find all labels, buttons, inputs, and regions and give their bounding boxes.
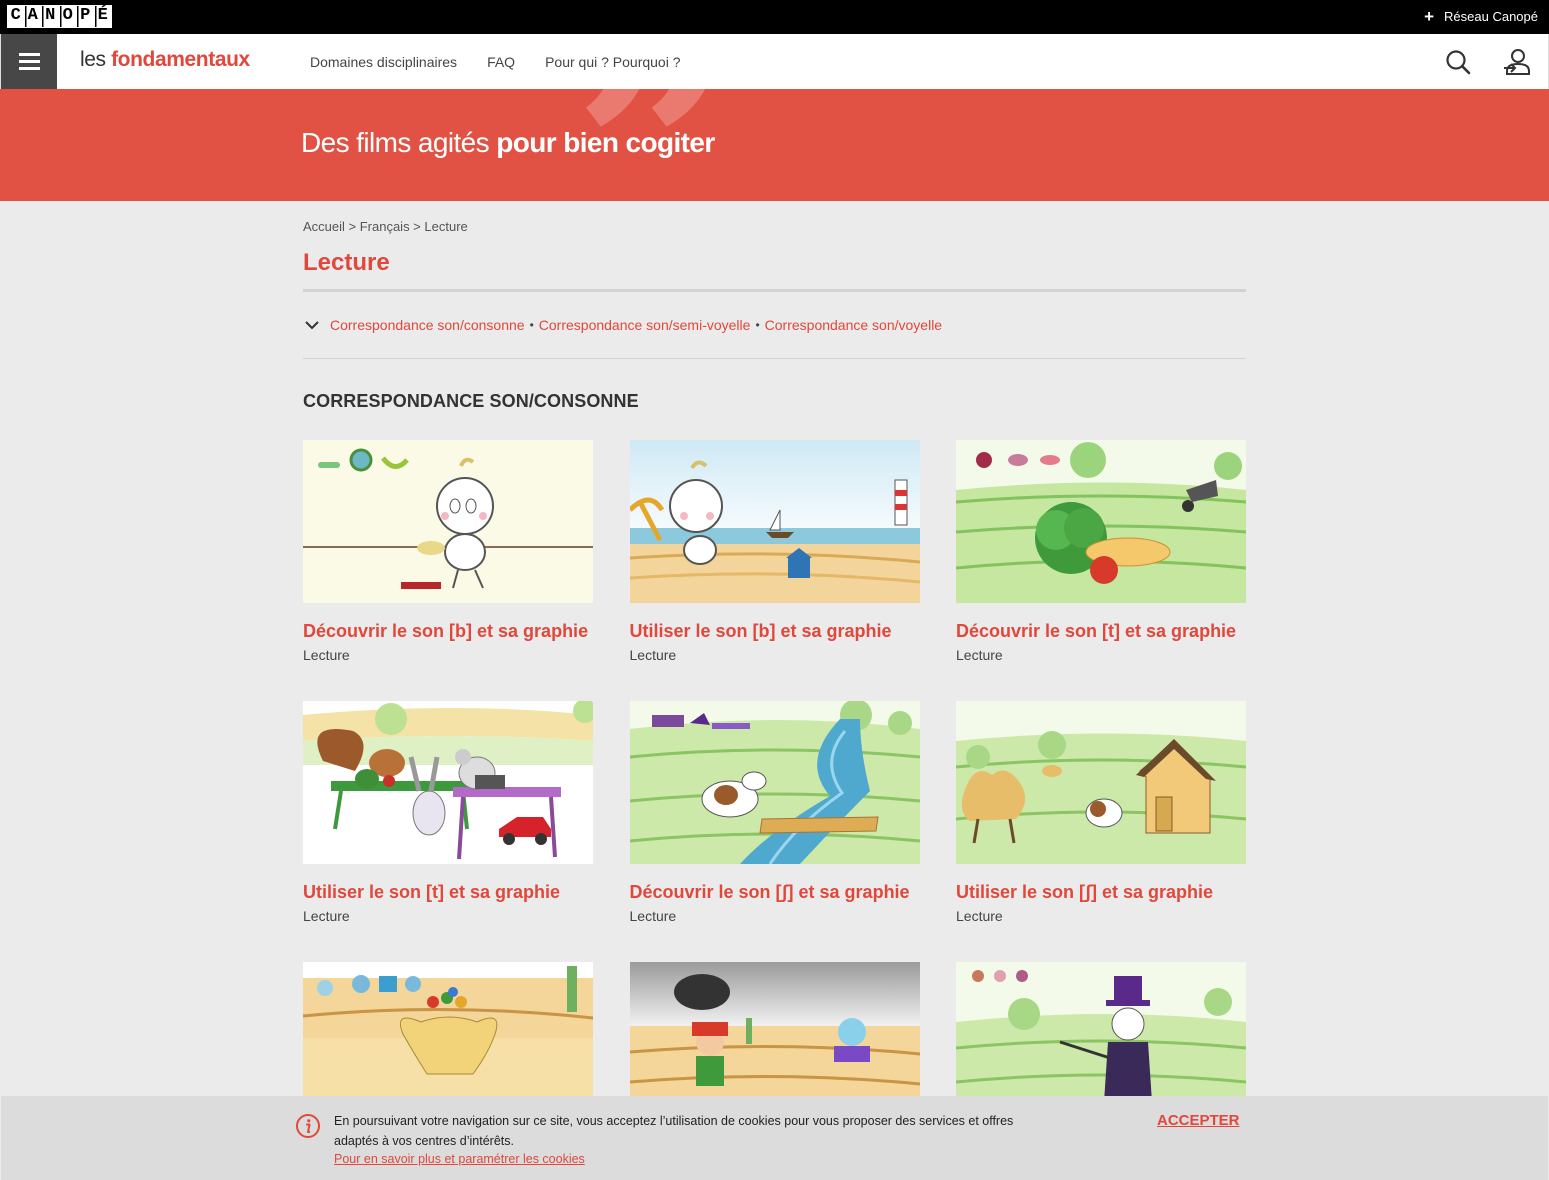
subnav-link-son-semi-voyelle[interactable]: Correspondance son/semi-voyelle <box>539 317 751 333</box>
logo-letter: N <box>42 5 60 28</box>
subnav-separator: • <box>529 318 534 332</box>
brand-les: les <box>80 48 112 71</box>
video-card[interactable]: Découvrir le son [b] et sa graphie Lectu… <box>303 440 593 663</box>
video-category: Lecture <box>303 647 350 663</box>
video-card[interactable]: Utiliser le son [t] et sa graphie Lectur… <box>303 701 593 924</box>
video-category: Lecture <box>303 908 350 924</box>
section-title: CORRESPONDANCE SON/CONSONNE <box>303 391 639 411</box>
logo-letter: P <box>77 5 95 28</box>
video-card[interactable]: Découvrir le son [t] et sa graphie Lectu… <box>956 440 1246 663</box>
video-category: Lecture <box>956 908 1003 924</box>
video-category: Lecture <box>956 647 1003 663</box>
hamburger-menu-icon[interactable] <box>1 34 57 89</box>
nav-pour-qui-pourquoi[interactable]: Pour qui ? Pourquoi ? <box>545 54 680 70</box>
subnav-separator: • <box>755 318 760 332</box>
video-thumbnail[interactable] <box>956 701 1246 864</box>
search-icon[interactable] <box>1443 47 1473 77</box>
video-thumbnail[interactable] <box>629 701 920 864</box>
logo-letter: A <box>24 5 42 28</box>
video-title[interactable]: Utiliser le son [ʃ] et sa graphie <box>956 882 1246 903</box>
nav-faq[interactable]: FAQ <box>487 54 515 70</box>
logo-letter: C <box>7 5 25 28</box>
main-content: Accueil > Français > Lecture Lecture Cor… <box>303 201 1246 1125</box>
tagline-regular: Des films agités <box>301 127 497 158</box>
chevron-down-icon[interactable] <box>303 316 321 334</box>
hero-tagline: Des films agités pour bien cogiter <box>301 127 715 159</box>
plus-icon: + <box>1424 6 1435 26</box>
logo-letter: É <box>94 5 112 28</box>
site-header: les fondamentaux Domaines disciplinaires… <box>0 34 1549 89</box>
account-login-icon[interactable] <box>1501 47 1531 77</box>
video-title[interactable]: Utiliser le son [t] et sa graphie <box>303 882 593 903</box>
breadcrumb[interactable]: Accueil > Français > Lecture <box>303 219 1246 234</box>
cookie-message: En poursuivant votre navigation sur ce s… <box>334 1114 1014 1148</box>
video-thumbnail[interactable] <box>629 440 920 603</box>
main-nav: Domaines disciplinaires FAQ Pour qui ? P… <box>310 54 681 70</box>
video-title[interactable]: Découvrir le son [t] et sa graphie <box>956 621 1246 642</box>
tagline-bold: pour bien cogiter <box>496 127 715 158</box>
section-subnav: Correspondance son/consonne • Correspond… <box>303 292 1246 359</box>
cookie-banner: En poursuivant votre navigation sur ce s… <box>1 1096 1548 1180</box>
video-grid: Découvrir le son [b] et sa graphie Lectu… <box>303 440 1246 1125</box>
video-thumbnail[interactable] <box>956 440 1246 603</box>
reseau-canope-label: Réseau Canopé <box>1444 9 1538 24</box>
site-brand[interactable]: les fondamentaux <box>80 48 250 72</box>
video-card[interactable]: Utiliser le son [b] et sa graphie Lectur… <box>629 440 920 663</box>
cookie-settings-link[interactable]: Pour en savoir plus et paramétrer les co… <box>334 1152 585 1166</box>
video-title[interactable]: Utiliser le son [b] et sa graphie <box>630 621 920 642</box>
info-icon <box>296 1114 320 1138</box>
video-card[interactable]: Utiliser le son [ʃ] et sa graphie Lectur… <box>956 701 1246 924</box>
video-card[interactable]: Découvrir le son [ʃ] et sa graphie Lectu… <box>629 701 920 924</box>
logo-letter: O <box>59 5 77 28</box>
video-category: Lecture <box>629 908 677 924</box>
top-bar: C A N O P É + Réseau Canopé <box>0 0 1549 34</box>
hero-banner: ” Des films agités pour bien cogiter <box>0 89 1549 201</box>
page-title: Lecture <box>303 249 1246 292</box>
accept-cookies-button[interactable]: ACCEPTER <box>1157 1112 1240 1129</box>
subnav-link-son-voyelle[interactable]: Correspondance son/voyelle <box>765 317 942 333</box>
nav-domaines-disciplinaires[interactable]: Domaines disciplinaires <box>310 54 457 70</box>
canope-logo[interactable]: C A N O P É <box>7 5 112 28</box>
video-title[interactable]: Découvrir le son [b] et sa graphie <box>303 621 593 642</box>
video-thumbnail[interactable] <box>303 701 593 864</box>
video-title[interactable]: Découvrir le son [ʃ] et sa graphie <box>630 882 920 903</box>
brand-fondamentaux: fondamentaux <box>111 48 250 71</box>
video-category: Lecture <box>629 647 677 663</box>
subnav-link-son-consonne[interactable]: Correspondance son/consonne <box>330 317 525 333</box>
video-thumbnail[interactable] <box>303 440 593 603</box>
reseau-canope-link[interactable]: + Réseau Canopé <box>1424 6 1538 26</box>
